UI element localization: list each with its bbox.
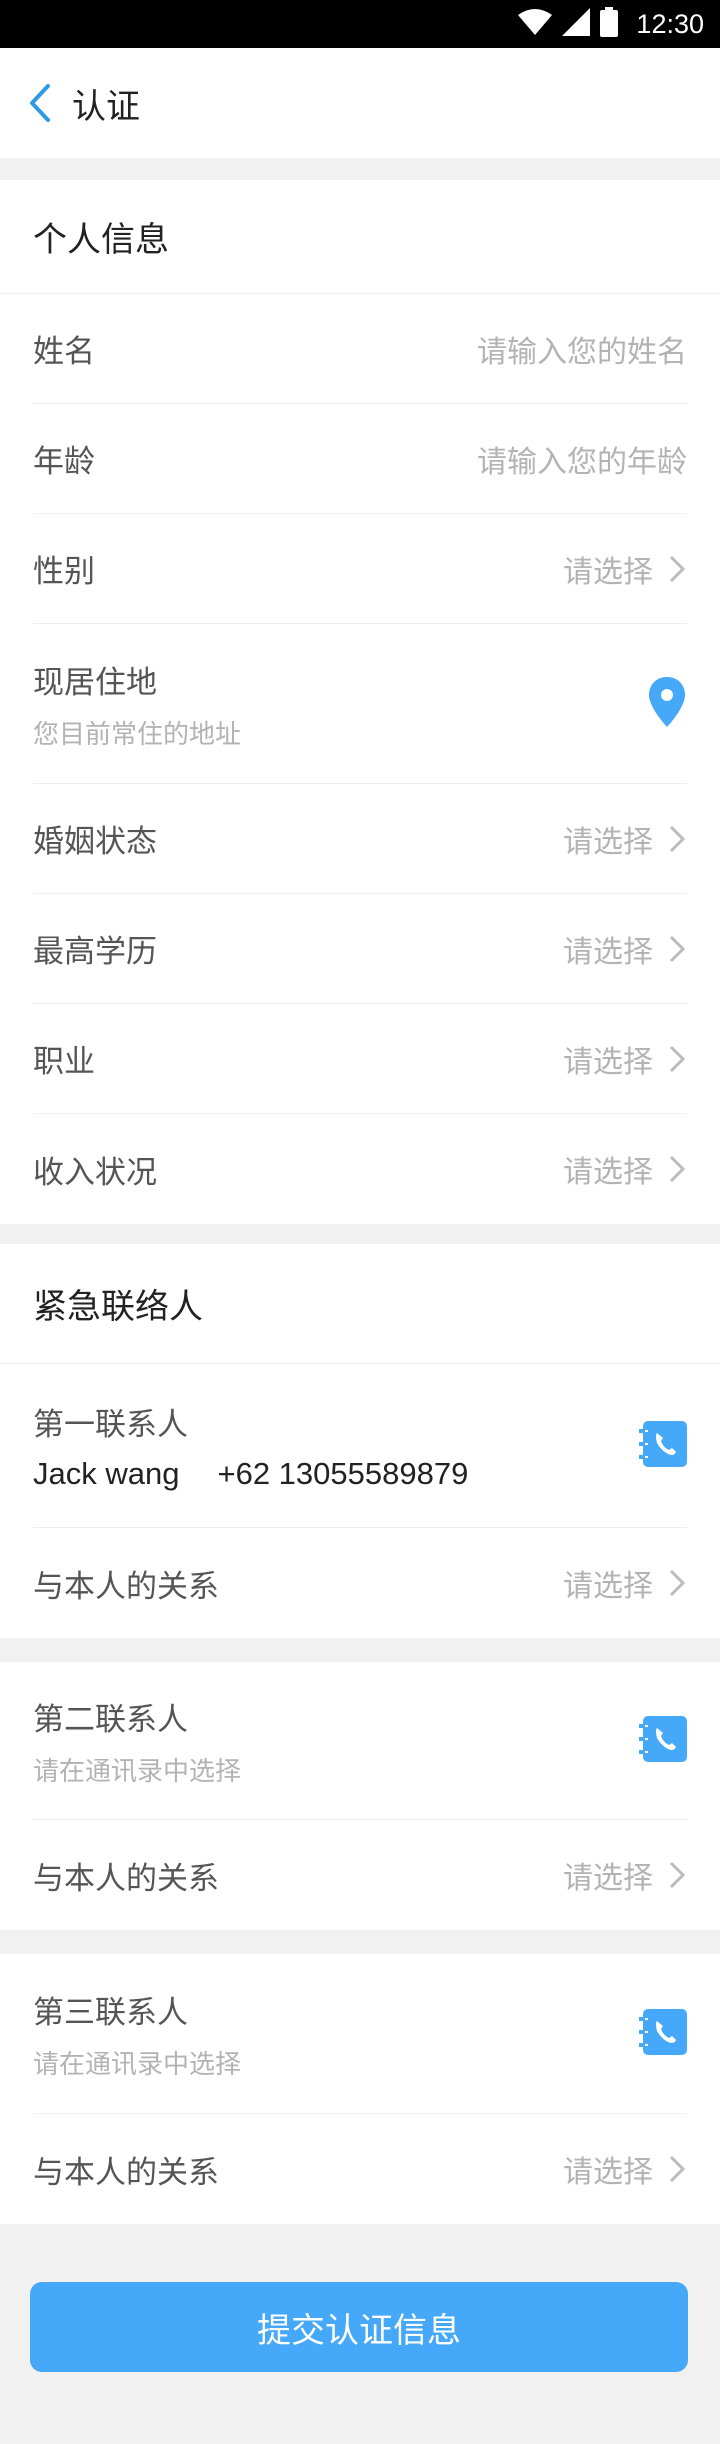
submit-button[interactable]: 提交认证信息 — [30, 2282, 688, 2372]
name-row[interactable]: 姓名 请输入您的姓名 — [33, 294, 687, 404]
contact-2-hint: 请在通讯录中选择 — [33, 1756, 242, 1787]
back-button[interactable] — [0, 48, 72, 158]
contact-3-hint: 请在通讯录中选择 — [33, 2049, 242, 2080]
gender-row[interactable]: 性别 请选择 — [33, 514, 687, 624]
chevron-right-icon — [667, 2154, 687, 2184]
contact-1-name: Jack wang — [33, 1456, 180, 1491]
address-book-icon[interactable] — [639, 1419, 687, 1473]
chevron-right-icon — [667, 1154, 687, 1184]
residence-row[interactable]: 现居住地 您目前常住的地址 — [33, 624, 687, 784]
age-input[interactable]: 请输入您的年龄 — [477, 437, 687, 481]
gender-label: 性别 — [33, 554, 95, 590]
contact-1-relation-label: 与本人的关系 — [33, 1568, 219, 1605]
contact-1-label: 第一联系人 — [33, 1407, 188, 1443]
chevron-right-icon — [667, 554, 687, 584]
contact-2-relation-row[interactable]: 与本人的关系 请选择 — [33, 1820, 687, 1930]
education-select[interactable]: 请选择 — [563, 927, 653, 971]
name-label: 姓名 — [33, 334, 95, 370]
chevron-right-icon — [667, 824, 687, 854]
contact-1-relation-row[interactable]: 与本人的关系 请选择 — [33, 1528, 687, 1638]
occupation-label: 职业 — [33, 1044, 95, 1080]
personal-info-section: 个人信息 姓名 请输入您的姓名 年龄 请输入您的年龄 性别 请选择 现居住地 您… — [0, 180, 720, 1224]
contact-3-section: 第三联系人 请在通讯录中选择 与本人的关系 请选择 — [0, 1954, 720, 2224]
contact-2-row[interactable]: 第二联系人 请在通讯录中选择 — [33, 1662, 687, 1820]
contact-3-row[interactable]: 第三联系人 请在通讯录中选择 — [33, 1954, 687, 2114]
location-pin-icon[interactable] — [647, 676, 687, 731]
contact-1-phone: +62 13055589879 — [217, 1456, 469, 1491]
name-input[interactable]: 请输入您的姓名 — [477, 327, 687, 371]
residence-hint: 您目前常住的地址 — [33, 719, 242, 750]
education-label: 最高学历 — [33, 934, 157, 970]
occupation-select[interactable]: 请选择 — [563, 1037, 653, 1081]
income-row[interactable]: 收入状况 请选择 — [33, 1114, 687, 1224]
contact-1-row[interactable]: 第一联系人 Jack wang +62 13055589879 — [33, 1364, 687, 1528]
contact-2-relation-select[interactable]: 请选择 — [563, 1853, 653, 1897]
chevron-right-icon — [667, 1860, 687, 1890]
chevron-right-icon — [667, 1044, 687, 1074]
wifi-icon — [518, 9, 553, 39]
contact-1-relation-select[interactable]: 请选择 — [563, 1561, 653, 1605]
education-row[interactable]: 最高学历 请选择 — [33, 894, 687, 1004]
marital-select[interactable]: 请选择 — [563, 817, 653, 861]
address-book-icon[interactable] — [639, 1714, 687, 1768]
marital-label: 婚姻状态 — [33, 824, 157, 860]
contact-2-label: 第二联系人 — [33, 1701, 188, 1738]
section-title-personal: 个人信息 — [0, 180, 720, 294]
emergency-contact-section: 紧急联络人 第一联系人 Jack wang +62 13055589879 与本… — [0, 1244, 720, 1638]
occupation-row[interactable]: 职业 请选择 — [33, 1004, 687, 1114]
page-title: 认证 — [72, 86, 140, 127]
age-row[interactable]: 年龄 请输入您的年龄 — [33, 404, 687, 514]
status-bar: 12:30 — [0, 0, 720, 48]
contact-3-label: 第三联系人 — [33, 1994, 188, 2031]
battery-icon — [600, 7, 619, 41]
contact-2-section: 第二联系人 请在通讯录中选择 与本人的关系 请选择 — [0, 1662, 720, 1930]
age-label: 年龄 — [33, 444, 95, 480]
contact-3-relation-select[interactable]: 请选择 — [563, 2147, 653, 2191]
chevron-right-icon — [667, 934, 687, 964]
contact-2-relation-label: 与本人的关系 — [33, 1860, 219, 1897]
residence-label: 现居住地 — [33, 664, 157, 701]
income-select[interactable]: 请选择 — [563, 1147, 653, 1191]
chevron-right-icon — [667, 1568, 687, 1598]
status-time: 12:30 — [636, 8, 704, 39]
section-title-emergency: 紧急联络人 — [0, 1244, 720, 1364]
contact-3-relation-row[interactable]: 与本人的关系 请选择 — [33, 2114, 687, 2224]
marital-row[interactable]: 婚姻状态 请选择 — [33, 784, 687, 894]
address-book-icon[interactable] — [639, 2007, 687, 2061]
gender-select[interactable]: 请选择 — [563, 547, 653, 591]
title-bar: 认证 — [0, 48, 720, 158]
income-label: 收入状况 — [33, 1154, 157, 1191]
contact-3-relation-label: 与本人的关系 — [33, 2154, 219, 2191]
signal-icon — [562, 8, 591, 40]
chevron-left-icon — [30, 84, 50, 122]
